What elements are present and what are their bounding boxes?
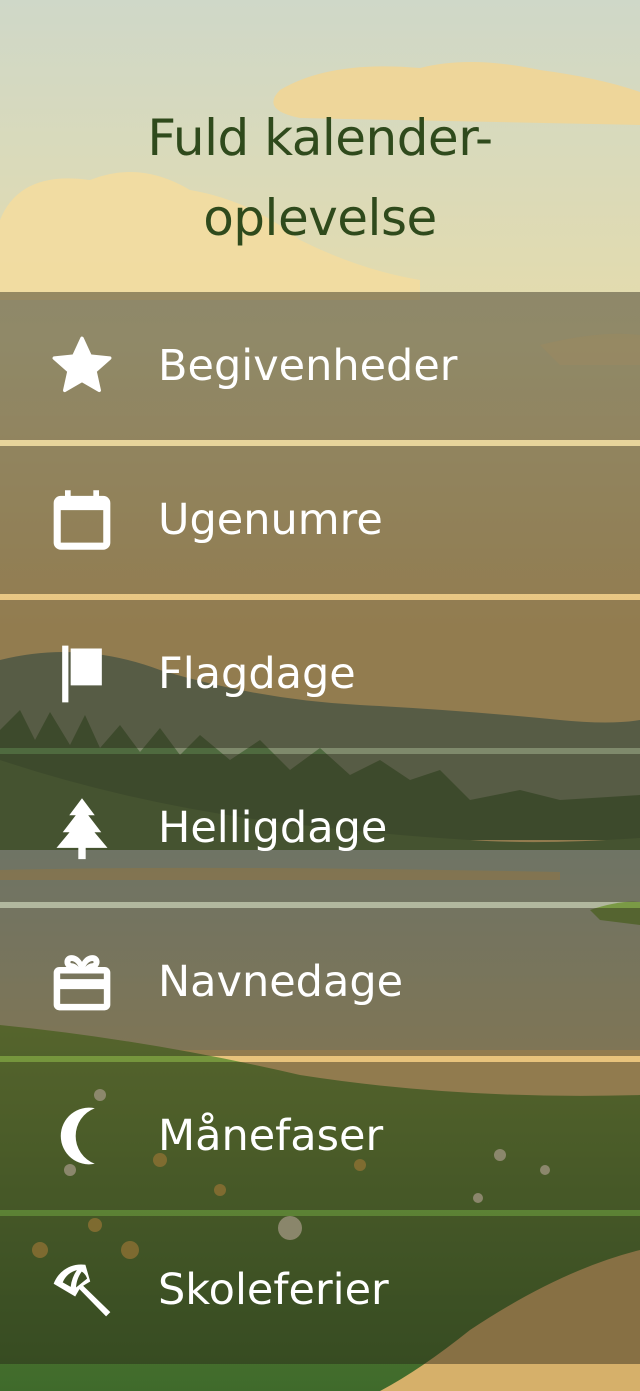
feature-item-begivenheder[interactable]: Begivenheder <box>0 292 640 440</box>
feature-item-flagdage[interactable]: Flagdage <box>0 600 640 748</box>
feature-label: Navnedage <box>158 957 404 1007</box>
star-icon <box>46 330 118 402</box>
feature-label: Skoleferier <box>158 1265 389 1315</box>
title-line-2: oplevelse <box>203 189 437 247</box>
feature-item-skoleferier[interactable]: Skoleferier <box>0 1216 640 1364</box>
feature-item-manefaser[interactable]: Månefaser <box>0 1062 640 1210</box>
tree-icon <box>46 792 118 864</box>
umbrella-icon <box>46 1254 118 1326</box>
feature-label: Flagdage <box>158 649 356 699</box>
flag-icon <box>46 638 118 710</box>
moon-icon <box>46 1100 118 1172</box>
calendar-icon <box>46 484 118 556</box>
feature-label: Månefaser <box>158 1111 384 1161</box>
feature-item-ugenumre[interactable]: Ugenumre <box>0 446 640 594</box>
feature-list: Begivenheder Ugenumre Flagdage Helligdag… <box>0 292 640 1364</box>
feature-label: Ugenumre <box>158 495 383 545</box>
title-line-1: Fuld kalender- <box>147 109 493 167</box>
feature-item-helligdage[interactable]: Helligdage <box>0 754 640 902</box>
gift-icon <box>46 946 118 1018</box>
feature-label: Begivenheder <box>158 341 458 391</box>
feature-label: Helligdage <box>158 803 388 853</box>
page-title: Fuld kalender- oplevelse <box>0 98 640 258</box>
feature-item-navnedage[interactable]: Navnedage <box>0 908 640 1056</box>
